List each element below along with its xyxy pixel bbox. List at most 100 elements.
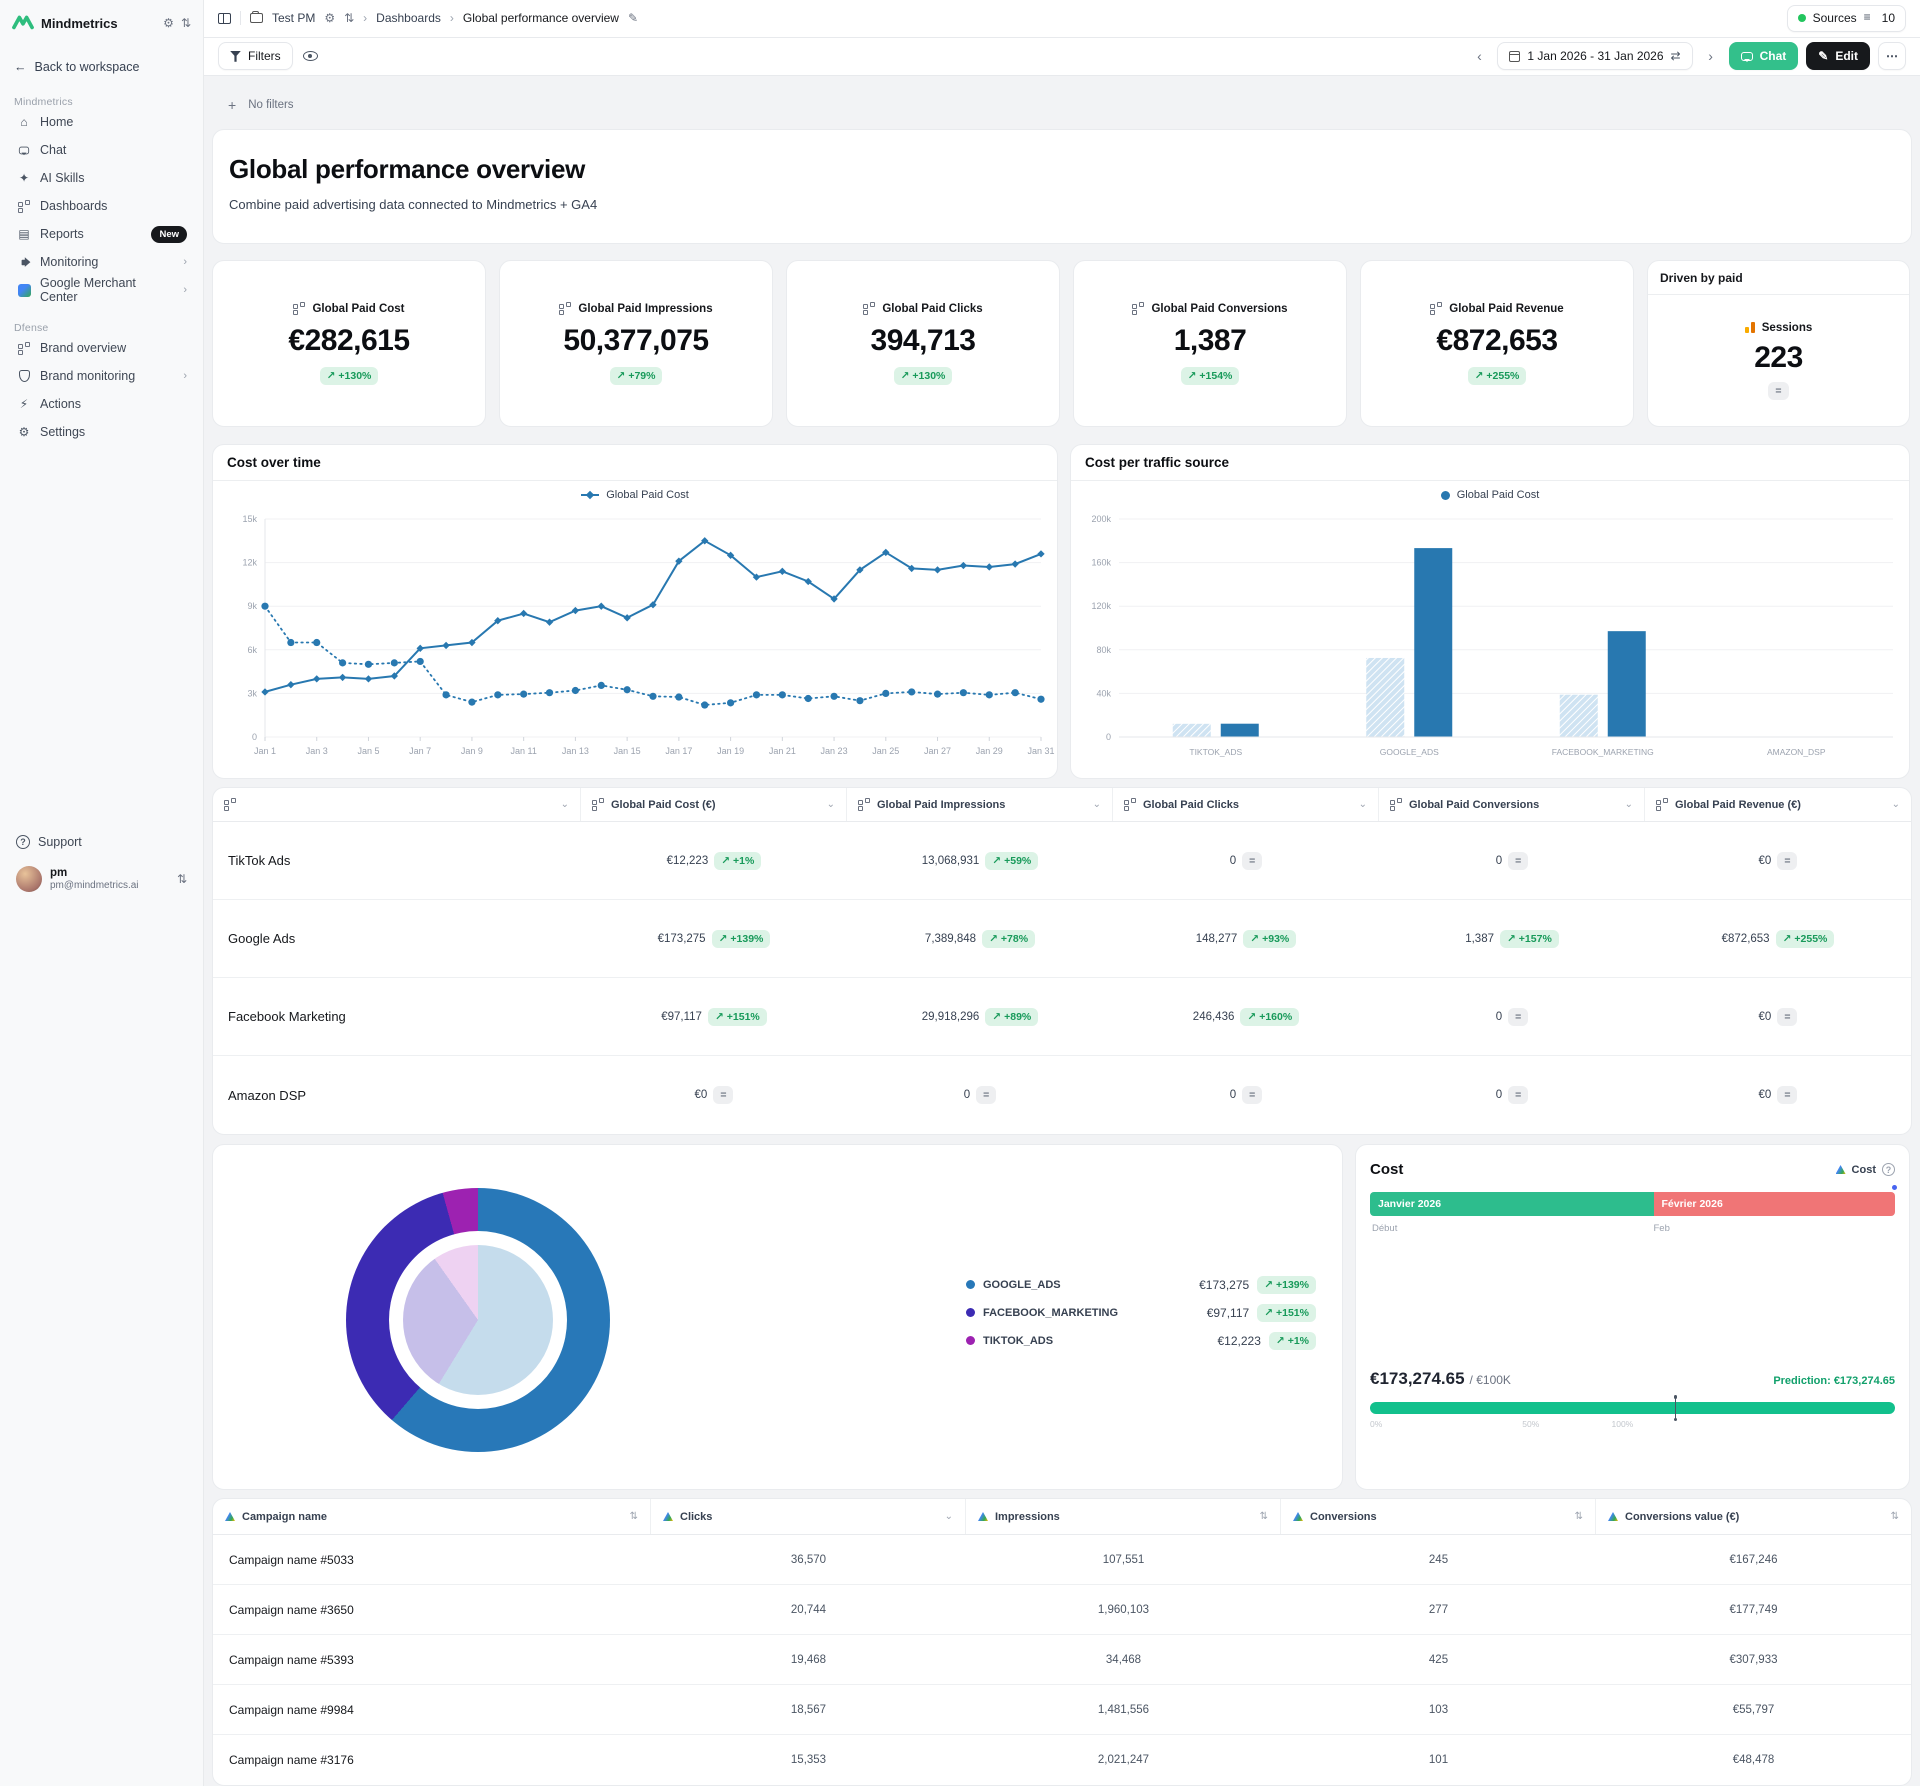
kpi-card[interactable]: Global Paid Clicks394,713↗ +130%	[786, 260, 1060, 427]
campaign-metric: 103	[1281, 1704, 1596, 1716]
chat-button[interactable]: Chat	[1729, 42, 1799, 70]
column-header[interactable]: Impressions⇅	[966, 1499, 1281, 1534]
column-header[interactable]: ⌄	[213, 788, 581, 821]
sidebar-item-brand-monitoring[interactable]: Brand monitoring›	[10, 362, 193, 390]
column-header[interactable]: Conversions⇅	[1281, 1499, 1596, 1534]
campaign-metric: 20,744	[651, 1604, 966, 1616]
sidebar-item-support[interactable]: ? Support	[10, 828, 193, 856]
metric-cell: 7,389,848↗ +78%	[847, 930, 1113, 948]
kpi-card[interactable]: Global Paid Revenue€872,653↗ +255%	[1360, 260, 1634, 427]
cost-metric-label: Cost	[1852, 1164, 1876, 1176]
sources-button[interactable]: Sources 10	[1787, 5, 1906, 32]
sort-icon[interactable]: ⇅	[630, 1511, 638, 1522]
kpi-card[interactable]: Global Paid Impressions50,377,075↗ +79%	[499, 260, 773, 427]
sidebar-item-google-merchant-center[interactable]: Google Merchant Center›	[10, 276, 193, 304]
column-header[interactable]: Global Paid Conversions⌄	[1379, 788, 1645, 821]
sidebar-item-ai-skills[interactable]: ✦AI Skills	[10, 164, 193, 192]
filters-button[interactable]: Filters	[218, 42, 293, 70]
campaign-row[interactable]: Campaign name #503336,570107,551245€167,…	[213, 1535, 1911, 1585]
table-row[interactable]: Facebook Marketing€97,117↗ +151%29,918,2…	[213, 978, 1911, 1056]
sort-icon[interactable]: ⇅	[1891, 1511, 1899, 1522]
breadcrumb-project[interactable]: Test PM	[272, 11, 315, 25]
add-filter-icon[interactable]: +	[228, 97, 236, 113]
kpi-delta-badge: ↗ +154%	[1181, 367, 1240, 385]
table-row[interactable]: Amazon DSP€0=0=0=0=€0=	[213, 1056, 1911, 1134]
date-range-picker[interactable]: 1 Jan 2026 - 31 Jan 2026 ⇄	[1497, 42, 1692, 70]
project-switcher-icon[interactable]: ⇅	[344, 11, 354, 25]
sidebar-toggle-icon[interactable]	[218, 13, 231, 24]
breadcrumb-section[interactable]: Dashboards	[376, 11, 441, 25]
sidebar-item-chat[interactable]: Chat	[10, 136, 193, 164]
campaign-row[interactable]: Campaign name #539319,46834,468425€307,9…	[213, 1635, 1911, 1685]
info-icon[interactable]: ?	[1882, 1163, 1895, 1176]
legend-item[interactable]: FACEBOOK_MARKETING€97,117↗ +151%	[966, 1303, 1316, 1322]
metric-icon	[293, 302, 306, 315]
user-menu[interactable]: pm pm@mindmetrics.ai ⇅	[10, 862, 193, 896]
svg-text:GOOGLE_ADS: GOOGLE_ADS	[1380, 747, 1439, 757]
column-label: Conversions value (€)	[1625, 1511, 1739, 1523]
legend-item[interactable]: GOOGLE_ADS€173,275↗ +139%	[966, 1275, 1316, 1294]
kpi-delta-badge: ↗ +79%	[610, 367, 663, 385]
timeline-next-period: Février 2026	[1654, 1192, 1896, 1216]
metric-icon	[1656, 798, 1669, 811]
spend-value: €173,274.65	[1370, 1369, 1465, 1389]
chevron-down-icon: ⌄	[1625, 799, 1633, 810]
chevron-right-icon: ›	[183, 256, 187, 268]
rename-icon[interactable]: ✎	[628, 11, 638, 25]
svg-text:0: 0	[1106, 732, 1111, 742]
previous-period-button[interactable]: ‹	[1469, 48, 1489, 64]
next-period-button[interactable]: ›	[1701, 48, 1721, 64]
shield-icon	[16, 368, 32, 384]
trend-up-icon: ↗	[901, 370, 910, 382]
delta-badge: =	[1777, 852, 1797, 870]
table-row[interactable]: Google Ads€173,275↗ +139%7,389,848↗ +78%…	[213, 900, 1911, 978]
metric-value: 7,389,848	[925, 933, 976, 945]
sidebar-item-reports[interactable]: ▤ReportsNew	[10, 220, 193, 248]
trend-up-icon: ↗	[1475, 370, 1484, 382]
svg-text:TIKTOK_ADS: TIKTOK_ADS	[1189, 747, 1242, 757]
donut-chart[interactable]	[346, 1188, 610, 1452]
campaign-row[interactable]: Campaign name #365020,7441,960,103277€17…	[213, 1585, 1911, 1635]
edit-button[interactable]: ✎ Edit	[1806, 42, 1870, 70]
legend-item[interactable]: TIKTOK_ADS€12,223↗ +1%	[966, 1331, 1316, 1350]
more-options-button[interactable]: ⋯	[1878, 42, 1906, 70]
sort-icon[interactable]: ⇅	[1260, 1511, 1268, 1522]
back-to-workspace-link[interactable]: ← Back to workspace	[10, 56, 193, 78]
table-row[interactable]: TikTok Ads€12,223↗ +1%13,068,931↗ +59%0=…	[213, 822, 1911, 900]
column-header[interactable]: Global Paid Clicks⌄	[1113, 788, 1379, 821]
sort-icon[interactable]: ⌄	[945, 1511, 953, 1522]
column-header[interactable]: Global Paid Cost (€)⌄	[581, 788, 847, 821]
goal-marker[interactable]	[1675, 1396, 1677, 1420]
column-header[interactable]: Global Paid Impressions⌄	[847, 788, 1113, 821]
delta-badge: ↗ +157%	[1500, 930, 1559, 948]
workspace-switcher-icon[interactable]: ⇅	[181, 16, 191, 30]
sort-icon[interactable]: ⇅	[1575, 1511, 1583, 1522]
trend-up-icon: ↗	[1783, 933, 1792, 945]
line-chart[interactable]: 03k6k9k12k15kJan 1Jan 3Jan 5Jan 7Jan 9Ja…	[213, 509, 1057, 779]
metric-icon	[559, 302, 572, 315]
help-icon: ?	[16, 835, 30, 849]
column-header[interactable]: Conversions value (€) ⇅	[1596, 1499, 1911, 1534]
sidebar-item-monitoring[interactable]: Monitoring›	[10, 248, 193, 276]
metric-icon	[224, 798, 237, 811]
column-header[interactable]: Clicks⌄	[651, 1499, 966, 1534]
sidebar-item-home[interactable]: ⌂Home	[10, 108, 193, 136]
column-header[interactable]: Global Paid Revenue (€)⌄	[1645, 788, 1911, 821]
project-settings-icon[interactable]: ⚙	[324, 11, 335, 25]
visibility-icon[interactable]	[303, 51, 318, 61]
campaign-row[interactable]: Campaign name #998418,5671,481,556103€55…	[213, 1685, 1911, 1735]
sidebar-item-dashboards[interactable]: Dashboards	[10, 192, 193, 220]
svg-text:15k: 15k	[242, 514, 257, 524]
campaign-row[interactable]: Campaign name #317615,3532,021,247101€48…	[213, 1735, 1911, 1785]
workspace-settings-icon[interactable]: ⚙	[163, 16, 174, 30]
metric-cell: 29,918,296↗ +89%	[847, 1008, 1113, 1026]
sidebar-item-actions[interactable]: ⚡Actions	[10, 390, 193, 418]
campaign-metric: 101	[1281, 1754, 1596, 1766]
kpi-card[interactable]: Global Paid Cost€282,615↗ +130%	[212, 260, 486, 427]
sidebar-item-settings[interactable]: ⚙Settings	[10, 418, 193, 446]
bar-chart[interactable]: 040k80k120k160k200kTIKTOK_ADSGOOGLE_ADSF…	[1071, 509, 1909, 779]
kpi-card[interactable]: Global Paid Conversions1,387↗ +154%	[1073, 260, 1347, 427]
sidebar-item-brand-overview[interactable]: Brand overview	[10, 334, 193, 362]
progress-bar[interactable]	[1370, 1402, 1895, 1414]
column-header[interactable]: Campaign name⇅	[213, 1499, 651, 1534]
